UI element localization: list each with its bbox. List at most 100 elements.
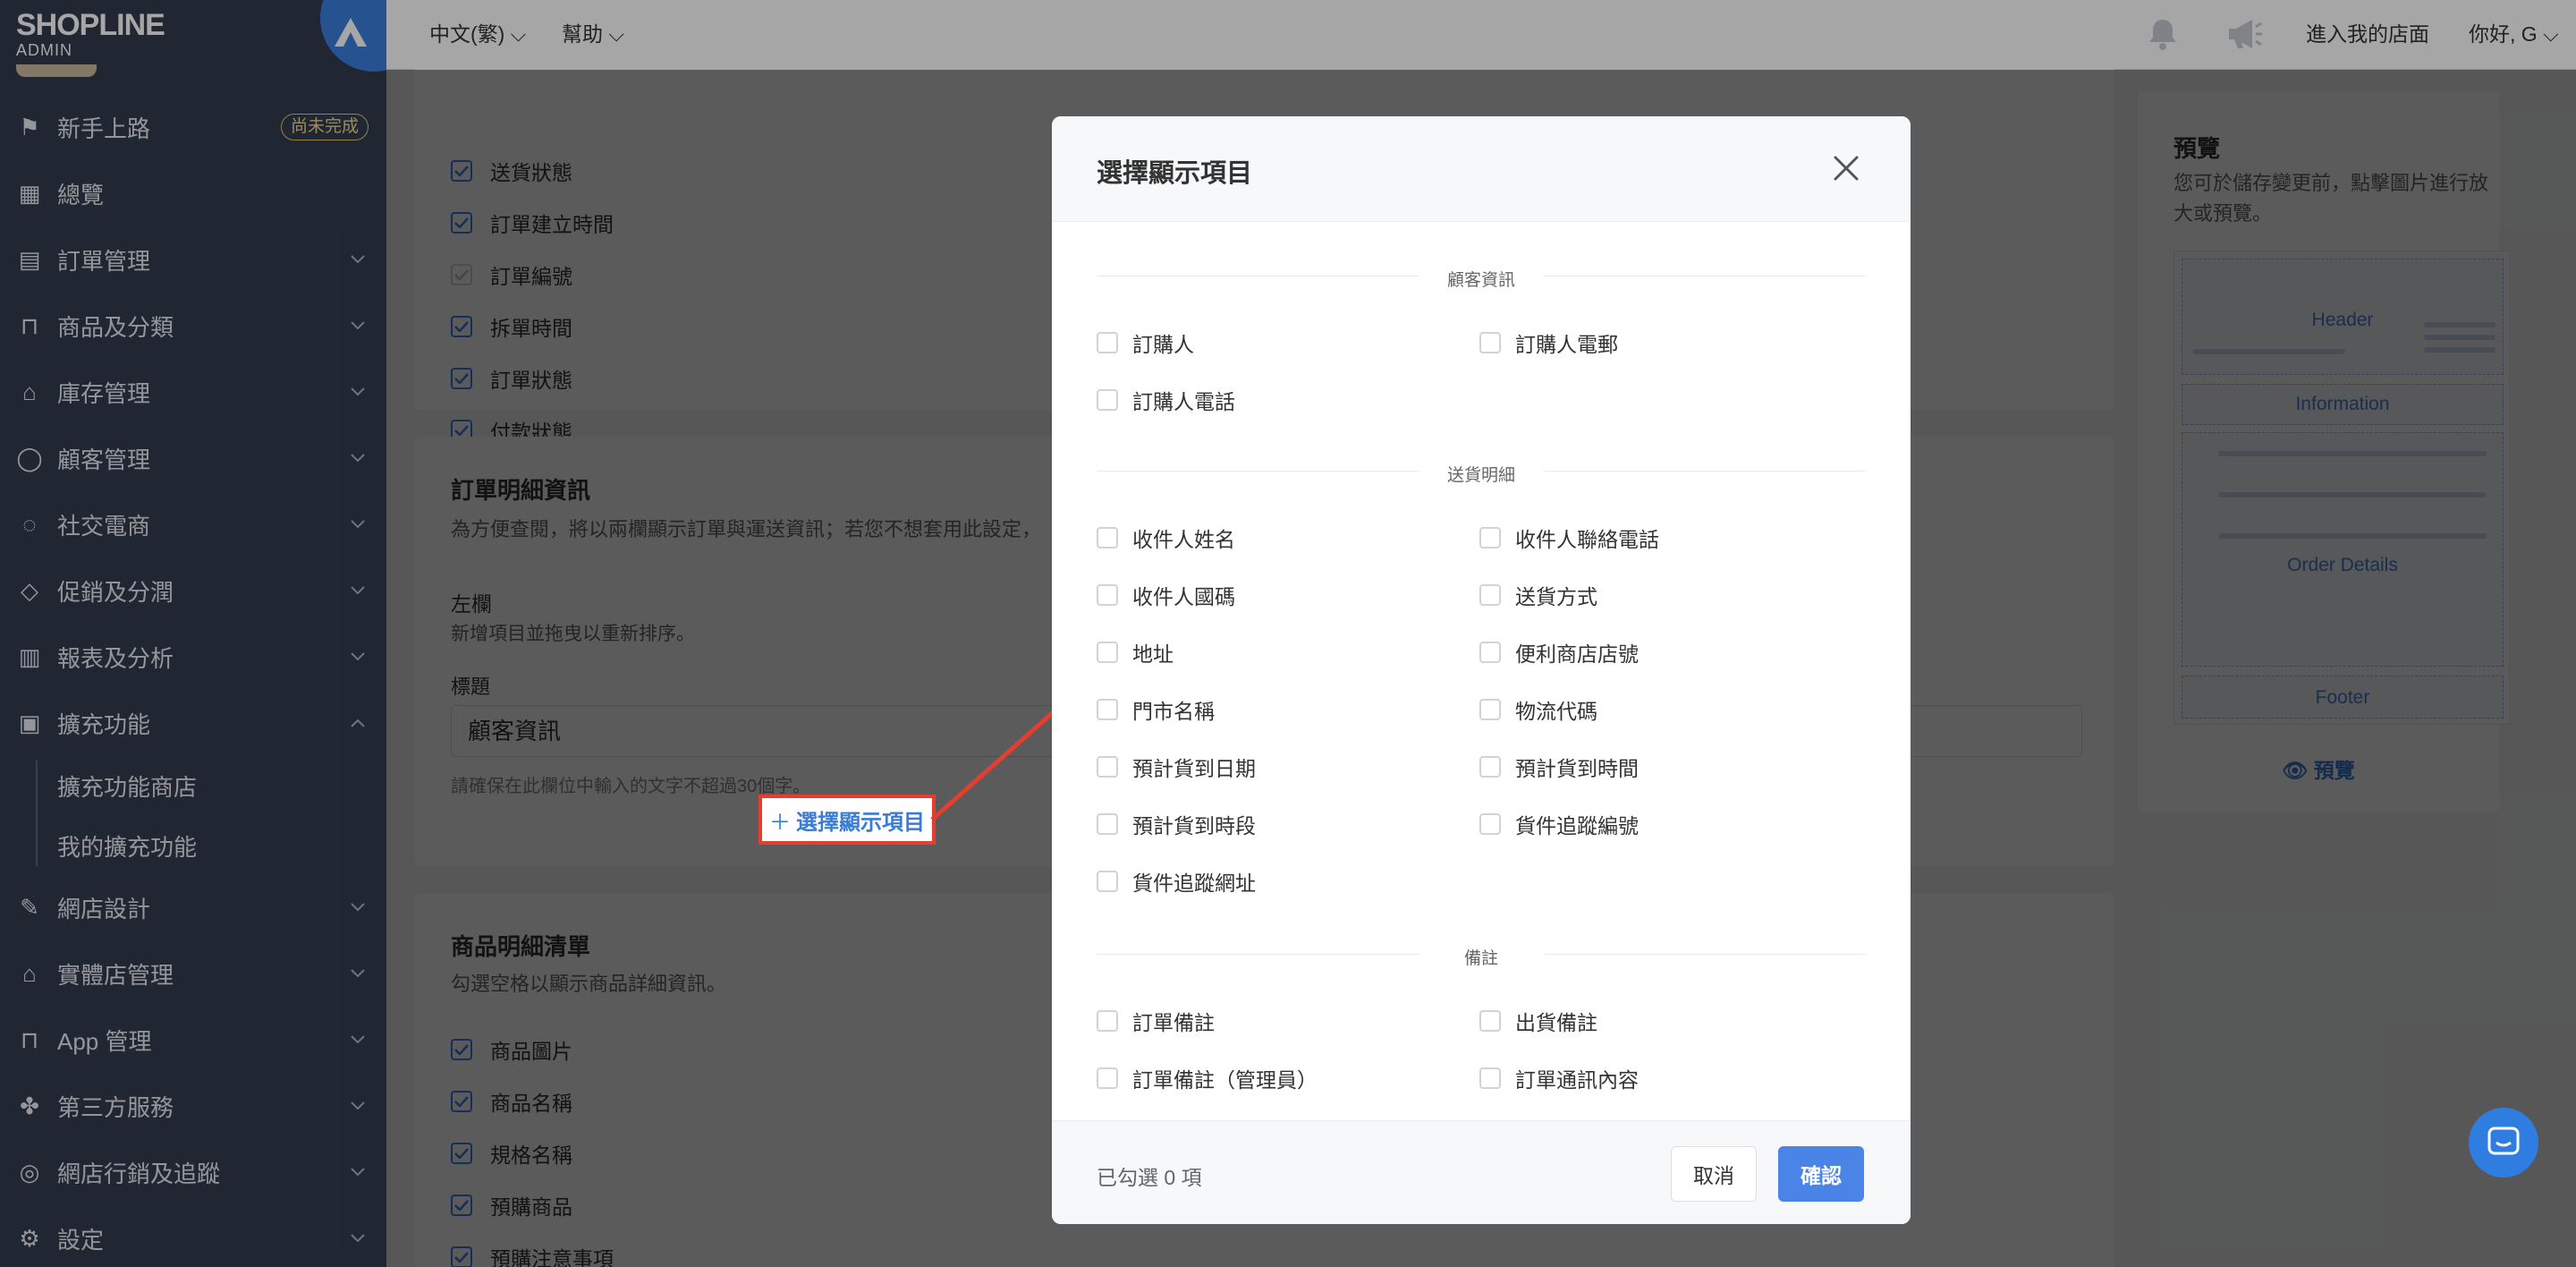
checkbox[interactable] — [1097, 527, 1118, 548]
checkbox[interactable] — [1479, 527, 1501, 548]
sidebar-item-14[interactable]: ◎ 網店行銷及追蹤 — [0, 1147, 386, 1197]
option-checkbox[interactable]: 物流代碼 — [1479, 694, 1597, 725]
option-label: 收件人聯絡電話 — [1515, 528, 1659, 551]
option-checkbox[interactable]: 收件人姓名 — [1097, 523, 1235, 553]
option-checkbox[interactable]: 訂購人 — [1097, 327, 1194, 358]
sidebar-subitem-extension-store[interactable]: 擴充功能商店 — [57, 770, 197, 803]
checkbox[interactable] — [1479, 813, 1501, 835]
option-label: 出貨備註 — [1515, 1011, 1597, 1034]
store-icon: ⌂ — [22, 959, 37, 987]
cancel-button[interactable]: 取消 — [1671, 1146, 1757, 1202]
sidebar-item-label: 社交電商 — [57, 512, 151, 540]
checkbox[interactable] — [1479, 332, 1501, 353]
sidebar-item-0[interactable]: ⚑ 新手上路 尚未完成 — [0, 102, 386, 152]
logo-text: SHOPLINE — [16, 8, 165, 42]
checkbox[interactable] — [1479, 1067, 1501, 1089]
sidebar-item-11[interactable]: ⌂ 實體店管理 — [0, 948, 386, 999]
checkbox[interactable] — [1097, 699, 1118, 720]
option-label: 收件人國碼 — [1132, 585, 1235, 608]
sidebar-item-label: 擴充功能 — [57, 710, 151, 738]
option-checkbox[interactable]: 收件人國碼 — [1097, 580, 1235, 610]
sidebar-item-2[interactable]: ▤ 訂單管理 — [0, 234, 386, 285]
option-label: 收件人姓名 — [1132, 528, 1235, 551]
option-checkbox[interactable]: 門市名稱 — [1097, 694, 1215, 725]
option-checkbox[interactable]: 送貨方式 — [1479, 580, 1597, 610]
section-title: 送貨明細 — [1446, 466, 1515, 485]
option-checkbox[interactable]: 預計貨到時間 — [1479, 752, 1639, 782]
checkbox[interactable] — [1479, 1010, 1501, 1032]
sidebar-item-6[interactable]: ◌ 社交電商 — [0, 499, 386, 549]
brand-mark-icon[interactable] — [320, 0, 386, 72]
chat-bubble-icon — [2487, 1127, 2520, 1155]
option-checkbox[interactable]: 預計貨到時段 — [1097, 809, 1256, 839]
warehouse-icon: ⌂ — [22, 378, 37, 405]
option-checkbox[interactable]: 收件人聯絡電話 — [1479, 523, 1659, 553]
chevron-up-icon — [351, 716, 365, 730]
checkbox[interactable] — [1097, 1067, 1118, 1089]
sidebar-item-3[interactable]: ⊓ 商品及分類 — [0, 301, 386, 351]
sidebar-item-label: 訂單管理 — [57, 247, 151, 275]
gear-icon: ⚙ — [19, 1224, 40, 1252]
selected-count: 已勾選 0 項 — [1097, 1166, 1202, 1189]
sidebar-item-9[interactable]: ▣ 擴充功能 — [0, 698, 386, 748]
option-checkbox[interactable]: 訂購人電郵 — [1479, 327, 1618, 358]
option-checkbox[interactable]: 地址 — [1097, 637, 1174, 668]
option-checkbox[interactable]: 貨件追蹤網址 — [1097, 866, 1256, 897]
chevron-down-icon — [351, 1231, 365, 1246]
sidebar-item-13[interactable]: ✤ 第三方服務 — [0, 1081, 386, 1131]
option-checkbox[interactable]: 訂單備註 — [1097, 1006, 1215, 1036]
puzzle-icon: ✤ — [20, 1092, 39, 1119]
checkbox[interactable] — [1479, 756, 1501, 778]
checkbox[interactable] — [1097, 389, 1118, 411]
option-label: 貨件追蹤編號 — [1515, 814, 1639, 838]
select-display-items-button[interactable]: ＋選擇顯示項目 — [758, 795, 936, 845]
sidebar-item-4[interactable]: ⌂ 庫存管理 — [0, 367, 386, 417]
checkbox[interactable] — [1097, 1010, 1118, 1032]
checkbox[interactable] — [1097, 871, 1118, 892]
sidebar-item-1[interactable]: ▦ 總覽 — [0, 168, 386, 218]
modal-header: 選擇顯示項目 — [1052, 116, 1911, 222]
confirm-button[interactable]: 確認 — [1778, 1146, 1864, 1202]
select-display-items-label: 選擇顯示項目 — [796, 810, 925, 835]
option-checkbox[interactable]: 訂購人電話 — [1097, 385, 1235, 415]
sidebar-item-label: 商品及分類 — [57, 313, 174, 341]
select-items-modal: 選擇顯示項目 顧客資訊訂購人 訂購人電郵訂購人電話送貨明細收件人姓名 收件人聯絡電話… — [1052, 116, 1911, 1224]
sidebar-item-8[interactable]: ▥ 報表及分析 — [0, 632, 386, 682]
chevron-down-icon — [351, 451, 365, 465]
sidebar-item-7[interactable]: ◇ 促銷及分潤 — [0, 565, 386, 616]
chevron-down-icon — [351, 1033, 365, 1047]
sidebar-item-label: 網店行銷及追蹤 — [57, 1160, 221, 1187]
logo[interactable]: SHOPLINE ADMIN — [16, 9, 195, 63]
plus-icon: ＋ — [769, 810, 791, 835]
checkbox[interactable] — [1097, 813, 1118, 835]
sidebar-item-10[interactable]: ✎ 網店設計 — [0, 882, 386, 932]
option-label: 便利商店店號 — [1515, 642, 1639, 666]
close-icon[interactable] — [1830, 152, 1862, 184]
option-label: 訂單備註（管理員） — [1132, 1068, 1318, 1092]
checkbox[interactable] — [1097, 332, 1118, 353]
option-checkbox[interactable]: 出貨備註 — [1479, 1006, 1597, 1036]
sidebar-item-label: 設定 — [57, 1226, 105, 1254]
option-checkbox[interactable]: 訂單通訊內容 — [1479, 1063, 1639, 1093]
option-checkbox[interactable]: 便利商店店號 — [1479, 637, 1639, 668]
checkbox[interactable] — [1097, 756, 1118, 778]
checkbox[interactable] — [1479, 642, 1501, 663]
option-checkbox[interactable]: 貨件追蹤編號 — [1479, 809, 1639, 839]
chart-icon: ▥ — [18, 642, 41, 670]
option-checkbox[interactable]: 訂單備註（管理員） — [1097, 1063, 1318, 1093]
checkbox[interactable] — [1097, 642, 1118, 663]
option-label: 地址 — [1132, 642, 1174, 666]
option-label: 訂單通訊內容 — [1515, 1068, 1639, 1092]
option-label: 訂購人電郵 — [1515, 333, 1618, 356]
checkbox[interactable] — [1479, 584, 1501, 606]
sidebar-subitem-my-extensions[interactable]: 我的擴充功能 — [57, 829, 197, 863]
sidebar-item-15[interactable]: ⚙ 設定 — [0, 1213, 386, 1263]
sidebar-item-label: 庫存管理 — [57, 379, 151, 407]
section-divider: 顧客資訊 — [1097, 267, 1866, 290]
checkbox[interactable] — [1479, 699, 1501, 720]
chat-support-button[interactable] — [2469, 1108, 2538, 1178]
sidebar-item-12[interactable]: ⊓ App 管理 — [0, 1015, 386, 1065]
checkbox[interactable] — [1097, 584, 1118, 606]
sidebar-item-5[interactable]: ◯ 顧客管理 — [0, 433, 386, 483]
option-checkbox[interactable]: 預計貨到日期 — [1097, 752, 1256, 782]
